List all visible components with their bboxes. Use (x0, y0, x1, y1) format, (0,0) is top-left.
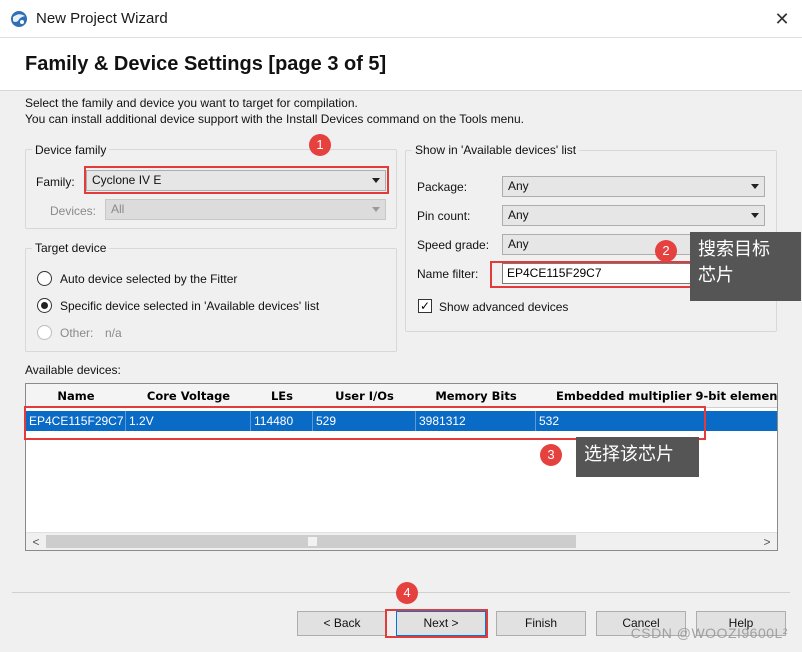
package-label: Package: (417, 180, 468, 194)
scroll-left-icon[interactable]: < (29, 535, 43, 549)
description-line-1: Select the family and device you want to… (25, 96, 358, 110)
column-header-user-ios[interactable]: User I/Os (313, 384, 416, 408)
speed-grade-label: Speed grade: (417, 238, 490, 252)
devices-select-value: All (111, 202, 125, 216)
app-globe-icon (11, 11, 27, 27)
family-select-value: Cyclone IV E (92, 173, 162, 187)
annotation-badge-2: 2 (655, 240, 677, 262)
pin-count-select[interactable]: Any (502, 205, 765, 226)
cell-les: 114480 (251, 411, 313, 431)
column-header-name[interactable]: Name (26, 384, 126, 408)
back-button[interactable]: < Back (297, 611, 387, 636)
description: Select the family and device you want to… (25, 95, 524, 127)
cell-user-ios: 529 (313, 411, 416, 431)
chevron-down-icon (372, 178, 380, 183)
pin-count-select-value: Any (508, 208, 529, 222)
package-select[interactable]: Any (502, 176, 765, 197)
scroll-right-icon[interactable]: > (760, 535, 774, 549)
name-filter-label: Name filter: (417, 267, 479, 281)
watermark: CSDN @WOOZI9600L² (630, 625, 788, 641)
window-title: New Project Wizard (36, 10, 168, 27)
devices-select: All (105, 199, 386, 220)
cell-memory-bits: 3981312 (416, 411, 536, 431)
available-devices-label: Available devices: (25, 363, 121, 377)
show-in-legend: Show in 'Available devices' list (412, 143, 580, 157)
annotation-badge-4: 4 (396, 582, 418, 604)
chevron-down-icon (751, 213, 759, 218)
package-select-value: Any (508, 179, 529, 193)
cell-embedded-multiplier: 532 (539, 414, 560, 428)
auto-device-radio[interactable] (37, 271, 52, 286)
chevron-down-icon (372, 207, 380, 212)
header-divider (0, 90, 802, 91)
specific-device-label[interactable]: Specific device selected in 'Available d… (60, 299, 319, 313)
column-header-embedded-multiplier[interactable]: Embedded multiplier 9-bit element (536, 384, 777, 408)
speed-grade-select-value: Any (508, 237, 529, 251)
devices-label: Devices: (50, 204, 97, 218)
family-select[interactable]: Cyclone IV E (86, 170, 386, 191)
column-header-memory-bits[interactable]: Memory Bits (416, 384, 536, 408)
column-header-les[interactable]: LEs (251, 384, 313, 408)
callout-2-line-1: 搜索目标 (698, 239, 770, 259)
annotation-callout-3: 选择该芯片 (576, 437, 699, 477)
title-bar: New Project Wizard ✕ (0, 0, 802, 38)
callout-2-line-2: 芯片 (698, 265, 734, 285)
device-family-legend: Device family (32, 143, 110, 157)
family-label: Family: (36, 175, 75, 189)
horizontal-scrollbar[interactable]: < > (26, 532, 777, 550)
cell-name: EP4CE115F29C7 (26, 411, 126, 431)
table-row[interactable]: EP4CE115F29C7 1.2V 114480 529 3981312 53… (26, 411, 777, 431)
finish-button[interactable]: Finish (496, 611, 586, 636)
wizard-header: Family & Device Settings [page 3 of 5] (0, 38, 802, 90)
table-header: Name Core Voltage LEs User I/Os Memory B… (26, 384, 777, 408)
other-device-radio (37, 325, 52, 340)
specific-device-radio[interactable] (37, 298, 52, 313)
pin-count-label: Pin count: (417, 209, 471, 223)
page-title: Family & Device Settings [page 3 of 5] (25, 53, 387, 75)
cell-core-voltage: 1.2V (126, 411, 251, 431)
annotation-callout-2: 搜索目标 芯片 (690, 232, 801, 301)
auto-device-label[interactable]: Auto device selected by the Fitter (60, 272, 237, 286)
annotation-badge-3: 3 (540, 444, 562, 466)
show-advanced-checkbox[interactable]: ✓ (418, 299, 432, 313)
show-advanced-label[interactable]: Show advanced devices (439, 300, 568, 314)
annotation-badge-1: 1 (309, 134, 331, 156)
description-line-2: You can install additional device suppor… (25, 112, 524, 126)
other-device-value: n/a (105, 326, 122, 340)
close-icon[interactable]: ✕ (762, 0, 802, 38)
next-button[interactable]: Next > (396, 611, 486, 636)
target-device-legend: Target device (32, 241, 110, 255)
other-device-label: Other: (60, 326, 94, 340)
chevron-down-icon (751, 184, 759, 189)
scrollbar-grip-icon (308, 537, 317, 546)
column-header-core-voltage[interactable]: Core Voltage (126, 384, 251, 408)
